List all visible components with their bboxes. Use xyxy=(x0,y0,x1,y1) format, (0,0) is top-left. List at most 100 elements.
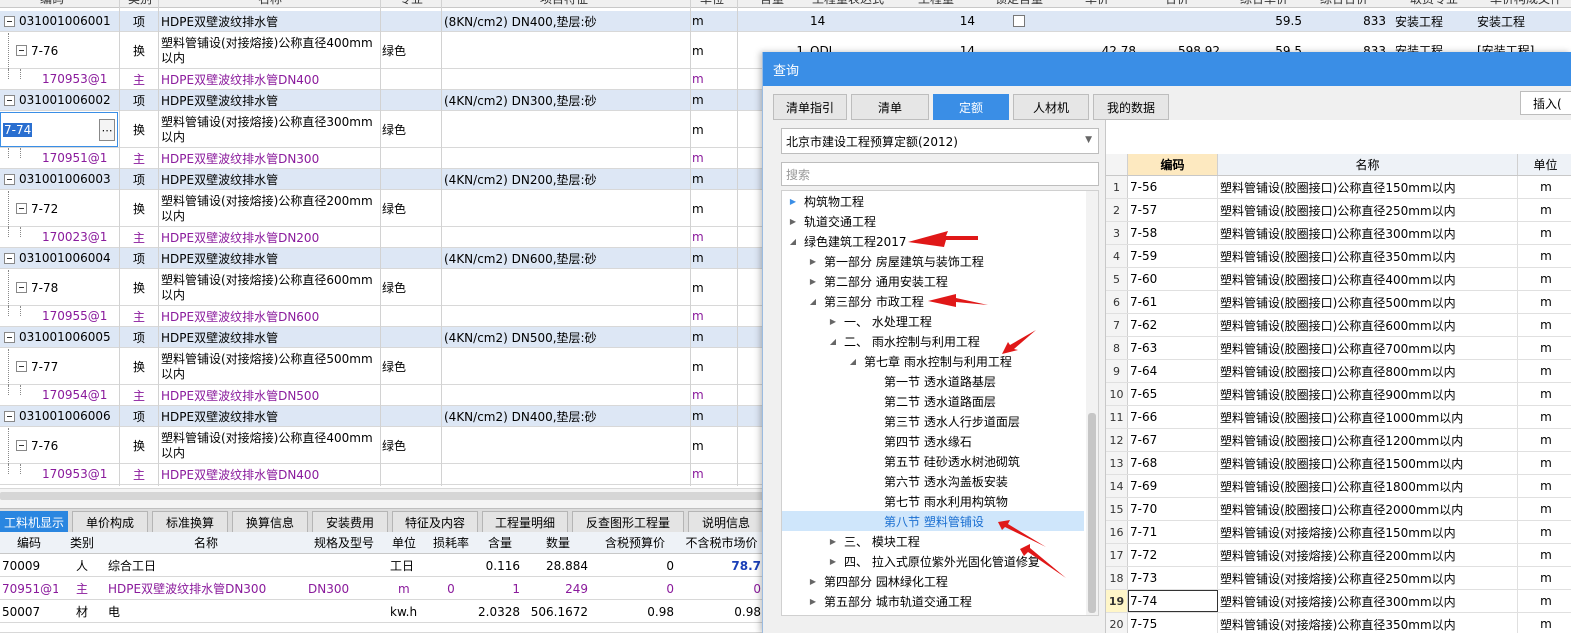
expand-icon[interactable]: ▶ xyxy=(808,277,818,286)
tab-standard-conversion[interactable]: 标准换算 xyxy=(152,511,228,533)
header-qty[interactable]: 工程量 xyxy=(918,0,978,8)
table-row[interactable]: 50007 材 电 kw.h 2.0328 506.1672 0.98 0.98 xyxy=(0,601,765,623)
tree-node[interactable]: ▶ 第五部分 城市轨道交通工程 xyxy=(782,591,1084,611)
tab-install-fee[interactable]: 安装费用 xyxy=(312,511,388,533)
tree-node[interactable]: 第四节 透水缘石 xyxy=(782,431,1084,451)
tree-node[interactable]: ▶ 四、 拉入式原位紫外光固化管道修复 xyxy=(782,551,1084,571)
tree-node[interactable]: 第七节 雨水利用构筑物 xyxy=(782,491,1084,511)
header-file[interactable]: 单价构成文件 xyxy=(1490,0,1570,8)
bheader-name[interactable]: 名称 xyxy=(106,532,306,553)
header-lock[interactable]: 锁定含量 xyxy=(995,0,1055,8)
tab-labor-machine[interactable]: 人材机 xyxy=(1013,94,1089,120)
tree-node[interactable]: 第二节 透水道路面层 xyxy=(782,391,1084,411)
quota-row[interactable]: 4 7-59 塑料管铺设(胶圈接口)公称直径350mm以内 m xyxy=(1106,245,1571,268)
tree-node[interactable]: 第三节 透水人行步道面层 xyxy=(782,411,1084,431)
search-input[interactable]: 搜索 xyxy=(781,162,1099,186)
tab-description[interactable]: 说明信息 xyxy=(688,511,764,533)
collapse-icon[interactable]: ◢ xyxy=(808,297,818,306)
tree-node[interactable]: ▶ 第二部分 通用安装工程 xyxy=(782,271,1084,291)
header-cprice[interactable]: 综合单价 xyxy=(1240,0,1300,8)
expand-icon[interactable]: ▶ xyxy=(808,577,818,586)
horizontal-scrollbar[interactable] xyxy=(0,492,765,500)
tree-node[interactable]: 第五节 硅砂透水树池砌筑 xyxy=(782,451,1084,471)
collapse-icon[interactable] xyxy=(4,331,15,343)
quota-row[interactable]: 18 7-73 塑料管铺设(对接熔接)公称直径250mm以内 m xyxy=(1106,567,1571,590)
expand-icon[interactable]: ▶ xyxy=(808,257,818,266)
bheader-content[interactable]: 含量 xyxy=(476,532,524,553)
tree-node[interactable]: ◢ 二、 雨水控制与利用工程 xyxy=(782,331,1084,351)
collapse-icon[interactable] xyxy=(16,45,27,56)
quota-row[interactable]: 6 7-61 塑料管铺设(胶圈接口)公称直径500mm以内 m xyxy=(1106,291,1571,314)
bheader-unit[interactable]: 单位 xyxy=(382,532,426,553)
lock-checkbox[interactable] xyxy=(980,11,1058,31)
tree-node[interactable]: ▶ 一、 水处理工程 xyxy=(782,311,1084,331)
dialog-title[interactable]: 查询 xyxy=(763,52,1571,86)
collapse-icon[interactable] xyxy=(4,410,15,422)
quota-row[interactable]: 11 7-66 塑料管铺设(胶圈接口)公称直径1000mm以内 m xyxy=(1106,406,1571,429)
bheader-loss[interactable]: 损耗率 xyxy=(426,532,476,553)
header-code[interactable]: 编码 xyxy=(40,0,80,8)
bheader-spec[interactable]: 规格及型号 xyxy=(306,532,382,553)
expand-icon[interactable]: ▶ xyxy=(788,217,798,226)
tree-node[interactable]: ▶ 轨道交通工程 xyxy=(782,211,1084,231)
tab-labor-material[interactable]: 工料机显示 xyxy=(0,511,68,533)
bheader-type[interactable]: 类别 xyxy=(58,532,106,553)
header-type[interactable]: 类别 xyxy=(128,0,168,8)
tab-quota[interactable]: 定额 xyxy=(933,94,1009,120)
header-total[interactable]: 合价 xyxy=(1165,0,1205,8)
quota-row[interactable]: 7 7-62 塑料管铺设(胶圈接口)公称直径600mm以内 m xyxy=(1106,314,1571,337)
quota-row[interactable]: 1 7-56 塑料管铺设(胶圈接口)公称直径150mm以内 m xyxy=(1106,176,1571,199)
bheader-code[interactable]: 编码 xyxy=(0,532,58,553)
code-edit-cell[interactable]: 7-74 ⋯ xyxy=(0,112,118,147)
quota-row[interactable]: 13 7-68 塑料管铺设(胶圈接口)公称直径1500mm以内 m xyxy=(1106,452,1571,475)
tree-node[interactable]: ◢ 第三部分 市政工程 xyxy=(782,291,1084,311)
tab-unit-price[interactable]: 单价构成 xyxy=(72,511,148,533)
quota-row[interactable]: 16 7-71 塑料管铺设(对接熔接)公称直径150mm以内 m xyxy=(1106,521,1571,544)
collapse-icon[interactable] xyxy=(16,203,27,214)
tab-reverse-lookup[interactable]: 反查图形工程量 xyxy=(572,511,684,533)
header-expr[interactable]: 工程量表达式 xyxy=(812,0,902,8)
library-select[interactable]: 北京市建设工程预算定额(2012) ▼ xyxy=(781,128,1099,154)
tree-node[interactable]: ◢ 绿色建筑工程2017 xyxy=(782,231,1084,251)
quota-row[interactable]: 20 7-75 塑料管铺设(对接熔接)公称直径350mm以内 m xyxy=(1106,613,1571,633)
tab-features[interactable]: 特征及内容 xyxy=(392,511,478,533)
bheader-tax-price[interactable]: 含税预算价 xyxy=(592,532,678,553)
bheader-market[interactable]: 不含税市场价 xyxy=(678,532,765,553)
expand-icon[interactable]: ▶ xyxy=(828,557,838,566)
tree-node[interactable]: ▶ 第一部分 房屋建筑与装饰工程 xyxy=(782,251,1084,271)
tree-node[interactable]: ▶ 三、 模块工程 xyxy=(782,531,1084,551)
collapse-icon[interactable]: ◢ xyxy=(788,237,798,246)
collapse-icon[interactable]: ◢ xyxy=(848,357,858,366)
quota-row[interactable]: 14 7-69 塑料管铺设(胶圈接口)公称直径1800mm以内 m xyxy=(1106,475,1571,498)
tab-bill-guide[interactable]: 清单指引 xyxy=(773,94,847,120)
expand-icon[interactable]: ▶ xyxy=(788,197,798,206)
gheader-name[interactable]: 名称 xyxy=(1218,154,1518,175)
header-price[interactable]: 单价 xyxy=(1085,0,1125,8)
collapse-icon[interactable] xyxy=(16,282,27,293)
table-row[interactable]: 70951@1 主 HDPE双壁波纹排水管DN300 DN300 m 0 1 2… xyxy=(0,578,765,600)
collapse-icon[interactable] xyxy=(4,94,15,106)
header-prof[interactable]: 专业 xyxy=(399,0,439,8)
table-row[interactable]: 70009 人 综合工日 工日 0.116 28.884 0 78.7 xyxy=(0,555,765,577)
header-content[interactable]: 含量 xyxy=(760,0,800,8)
header-fee[interactable]: 取费专业 xyxy=(1410,0,1470,8)
gheader-code[interactable]: 编码 xyxy=(1128,154,1218,175)
quota-row[interactable]: 8 7-63 塑料管铺设(胶圈接口)公称直径700mm以内 m xyxy=(1106,337,1571,360)
quota-row[interactable]: 9 7-64 塑料管铺设(胶圈接口)公称直径800mm以内 m xyxy=(1106,360,1571,383)
collapse-icon[interactable] xyxy=(4,173,15,185)
collapse-icon[interactable] xyxy=(4,15,15,27)
tree-node-selected[interactable]: 第八节 塑料管铺设 xyxy=(782,511,1084,531)
tree-node[interactable]: 第一节 透水道路基层 xyxy=(782,371,1084,391)
tab-quantity-detail[interactable]: 工程量明细 xyxy=(482,511,568,533)
code-edit-input[interactable]: 7-74 xyxy=(3,122,33,137)
header-unit[interactable]: 单位 xyxy=(700,0,740,8)
tree-node[interactable]: ◢ 第七章 雨水控制与利用工程 xyxy=(782,351,1084,371)
collapse-icon[interactable] xyxy=(4,252,15,264)
expand-icon[interactable]: ▶ xyxy=(828,317,838,326)
tree-node[interactable]: ▶ 第四部分 园林绿化工程 xyxy=(782,571,1084,591)
ellipsis-button[interactable]: ⋯ xyxy=(99,119,115,141)
collapse-icon[interactable] xyxy=(16,440,27,451)
header-feature[interactable]: 项目特征 xyxy=(540,0,620,8)
header-name[interactable]: 名称 xyxy=(258,0,298,8)
quota-row[interactable]: 3 7-58 塑料管铺设(胶圈接口)公称直径300mm以内 m xyxy=(1106,222,1571,245)
